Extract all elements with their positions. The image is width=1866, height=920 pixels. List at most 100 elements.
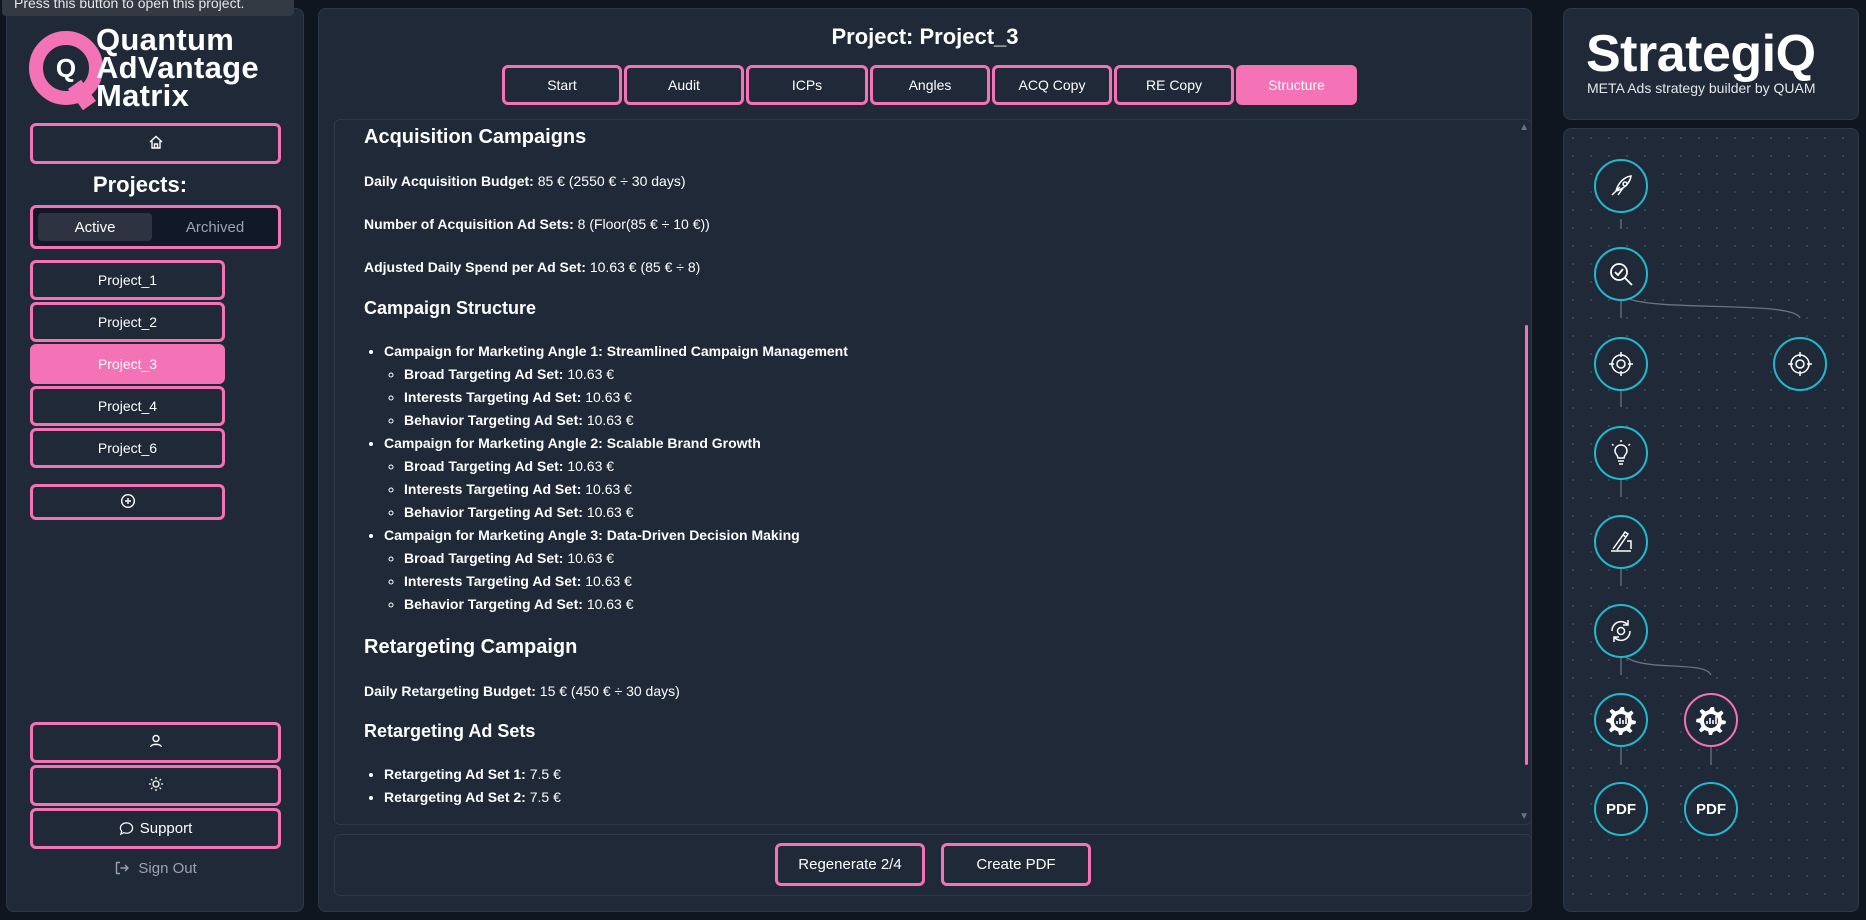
logo-line-3: Matrix [96,78,190,113]
ad-set-label: Broad Targeting Ad Set: [404,550,564,566]
campaign-item: Campaign for Marketing Angle 2: Scalable… [384,432,1464,524]
regenerate-button[interactable]: Regenerate 2/4 [775,843,925,886]
retarget-set-label: Retargeting Ad Set 1: [384,766,526,782]
ad-set-value: 10.63 € [567,366,615,382]
filter-active[interactable]: Active [38,213,152,241]
ad-set-item: Broad Targeting Ad Set: 10.63 € [404,455,1464,478]
ad-set-item: Interests Targeting Ad Set: 10.63 € [404,386,1464,409]
pdf-icon[interactable]: PDF [1594,782,1648,836]
adjusted-spend: Adjusted Daily Spend per Ad Set: 10.63 €… [364,259,700,275]
support-button[interactable]: Support [30,808,281,849]
retarget-set-item: Retargeting Ad Set 1: 7.5 € [384,763,1464,786]
tab-acq-copy[interactable]: ACQ Copy [992,65,1112,105]
adjusted-spend-label: Adjusted Daily Spend per Ad Set: [364,259,586,275]
project-filter-toggle: Active Archived [30,205,281,249]
campaign-list: Campaign for Marketing Angle 1: Streamli… [364,340,1464,616]
sign-out-icon [114,860,130,880]
tab-audit[interactable]: Audit [624,65,744,105]
campaign-item: Campaign for Marketing Angle 1: Streamli… [384,340,1464,432]
retarget-budget: Daily Retargeting Budget: 15 € (450 € ÷ … [364,683,680,699]
ad-set-item: Behavior Targeting Ad Set: 10.63 € [404,501,1464,524]
icp-target-icon[interactable] [1594,337,1648,391]
pdf-icon-secondary[interactable]: PDF [1684,782,1738,836]
campaign-title: Campaign for Marketing Angle 3: Data-Dri… [384,527,800,543]
tab-angles[interactable]: Angles [870,65,990,105]
project-item-project-4[interactable]: Project_4 [30,386,225,426]
idea-bulb-icon[interactable] [1594,426,1648,480]
campaign-title: Campaign for Marketing Angle 2: Scalable… [384,435,761,451]
adjusted-spend-value: 10.63 € (85 € ÷ 8) [589,259,701,275]
workflow-map: PDF PDF [1563,128,1859,912]
tab-structure[interactable]: Structure [1236,65,1357,105]
ad-set-value: 10.63 € [585,389,632,405]
rocket-icon[interactable] [1594,159,1648,213]
ad-set-list: Broad Targeting Ad Set: 10.63 € Interest… [384,547,1464,616]
ad-set-value: 10.63 € [586,412,634,428]
tab-re-copy[interactable]: RE Copy [1114,65,1234,105]
campaign-item: Campaign for Marketing Angle 3: Data-Dri… [384,524,1464,616]
profile-button[interactable] [30,722,281,763]
tab-icps[interactable]: ICPs [746,65,868,105]
campaign-title: Campaign for Marketing Angle 1: Streamli… [384,343,848,359]
num-acq-sets-value: 8 (Floor(85 € ÷ 10 €)) [577,216,710,232]
project-item-project-1[interactable]: Project_1 [30,260,225,300]
logo-wordmark: Quantum AdVantage Matrix [96,24,259,113]
user-icon [148,733,164,752]
svg-text:Q: Q [56,53,76,83]
audit-search-icon[interactable] [1594,247,1648,301]
home-icon [148,134,164,153]
home-button[interactable] [30,123,281,164]
ad-set-label: Interests Targeting Ad Set: [404,481,582,497]
ad-set-value: 10.63 € [586,596,634,612]
sun-icon [148,776,164,795]
ad-set-label: Interests Targeting Ad Set: [404,573,582,589]
retarget-set-value: 7.5 € [529,789,561,805]
project-item-project-6[interactable]: Project_6 [30,428,225,468]
ad-set-value: 10.63 € [585,481,632,497]
ad-set-list: Broad Targeting Ad Set: 10.63 € Interest… [384,455,1464,524]
tooltip: Press this button to open this project. [2,0,294,16]
sign-out-link[interactable]: Sign Out [30,860,281,880]
ad-set-item: Behavior Targeting Ad Set: 10.63 € [404,409,1464,432]
structure-heading: Campaign Structure [364,298,537,318]
scroll-down-arrow[interactable]: ▼ [1519,811,1529,822]
tab-start[interactable]: Start [502,65,622,105]
ad-set-item: Interests Targeting Ad Set: 10.63 € [404,570,1464,593]
project-item-project-2[interactable]: Project_2 [30,302,225,342]
projects-heading: Projects: [92,172,188,197]
brand-tagline: META Ads strategy builder by QUAM [1587,80,1816,96]
support-label: Support [139,820,193,837]
icp-target-icon-secondary[interactable] [1773,337,1827,391]
scrollbar-thumb[interactable] [1525,325,1528,765]
num-acq-sets-label: Number of Acquisition Ad Sets: [364,216,574,232]
retarget-set-list: Retargeting Ad Set 1: 7.5 € Retargeting … [364,763,1464,809]
filter-archived[interactable]: Archived [158,213,272,241]
structure-gear-icon-active[interactable] [1684,693,1738,747]
project-title: Project: Project_3 [831,24,1019,49]
acq-heading: Acquisition Campaigns [364,126,587,148]
brand-name: StrategiQ [1586,25,1816,83]
chat-bubble-icon [119,821,134,836]
project-item-project-3[interactable]: Project_3 [30,344,225,384]
create-pdf-button[interactable]: Create PDF [941,843,1091,886]
retarget-cycle-icon[interactable] [1594,604,1648,658]
action-bar [334,834,1532,896]
sign-out-label: Sign Out [138,860,197,877]
add-project-button[interactable] [30,484,225,520]
ad-set-value: 10.63 € [567,550,615,566]
ad-set-value: 10.63 € [567,458,615,474]
structure-document[interactable]: Acquisition Campaigns Daily Acquisition … [334,119,1532,825]
num-acq-sets: Number of Acquisition Ad Sets: 8 (Floor(… [364,216,710,232]
retarget-sets-heading: Retargeting Ad Sets [364,721,536,741]
ad-set-label: Broad Targeting Ad Set: [404,366,564,382]
theme-toggle-button[interactable] [30,765,281,806]
plus-circle-icon [120,493,136,512]
scroll-up-arrow[interactable]: ▲ [1519,122,1529,133]
ad-set-item: Broad Targeting Ad Set: 10.63 € [404,547,1464,570]
ad-set-label: Behavior Targeting Ad Set: [404,596,583,612]
ad-set-value: 10.63 € [585,573,632,589]
copywriting-hand-icon[interactable] [1594,515,1648,569]
retarget-set-label: Retargeting Ad Set 2: [384,789,526,805]
ad-set-value: 10.63 € [586,504,634,520]
structure-gear-icon[interactable] [1594,693,1648,747]
